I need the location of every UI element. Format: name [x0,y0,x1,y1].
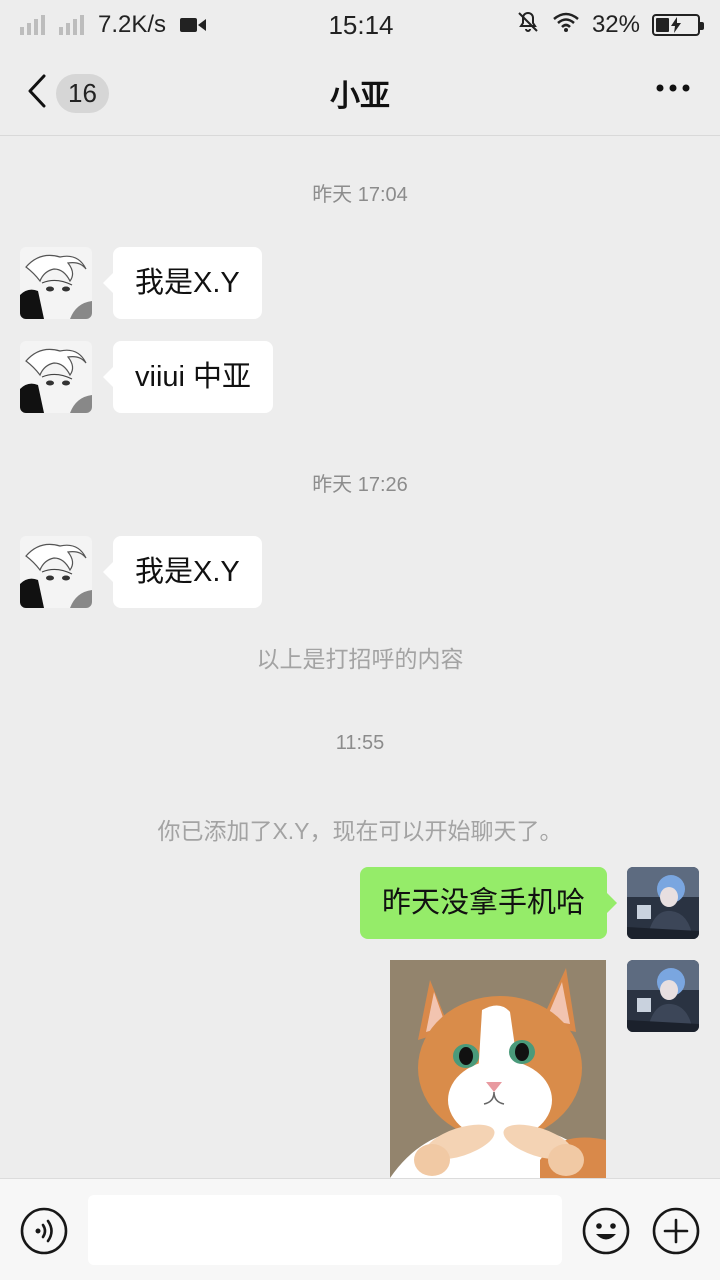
net-speed: 7.2K/s [98,11,167,38]
incoming-message[interactable]: 我是X.Y [103,247,262,319]
signal-icon [20,15,45,35]
chevron-left-icon [26,74,48,113]
chat-title: 小亚 [330,79,390,113]
status-time: 15:14 [328,9,394,40]
emoji-button[interactable] [582,1207,630,1260]
battery-percent: 32% [591,11,640,38]
wifi-icon [552,11,580,40]
outgoing-message[interactable]: 昨天没拿手机哈 [359,867,618,939]
status-bar: 7.2K/s 15:14 32% [0,0,720,50]
contact-avatar[interactable] [20,536,92,608]
incoming-message[interactable]: 我是X.Y [103,536,262,608]
cat-sticker[interactable] [390,960,606,1178]
timestamp: 昨天 17:26 [312,474,408,496]
my-avatar[interactable] [627,867,699,939]
video-icon [180,16,207,34]
signal-icon [59,15,84,35]
unread-count-badge: 16 [56,74,109,113]
plus-icon [652,1207,700,1259]
contact-avatar[interactable] [20,247,92,319]
status-left: 7.2K/s [20,11,207,39]
timestamp: 昨天 17:04 [312,184,408,206]
chat-area[interactable]: 昨天 17:04 我是X.Y viiui 中亚 昨天 17:26 我是X.Y 以… [0,136,720,1178]
system-greeting-note: 以上是打招呼的内容 [256,646,464,672]
system-added-note: 你已添加了X.Y，现在可以开始聊天了。 [157,818,563,844]
chat-header: 16 小亚 [0,50,720,136]
more-dots-icon [656,80,690,97]
contact-avatar[interactable] [20,341,92,413]
voice-button[interactable] [20,1207,68,1260]
my-avatar[interactable] [627,960,699,1032]
message-input[interactable] [88,1195,562,1265]
timestamp: 11:55 [335,732,385,754]
emoji-icon [582,1207,630,1259]
more-button[interactable] [656,80,690,98]
battery-charging-icon [651,14,704,36]
mute-bell-icon [516,10,540,41]
incoming-message[interactable]: viiui 中亚 [102,341,274,413]
voice-icon [20,1207,68,1259]
more-functions-button[interactable] [652,1207,700,1260]
back-button[interactable]: 16 [26,74,109,113]
status-right: 32% [516,10,704,41]
input-bar [0,1178,720,1280]
